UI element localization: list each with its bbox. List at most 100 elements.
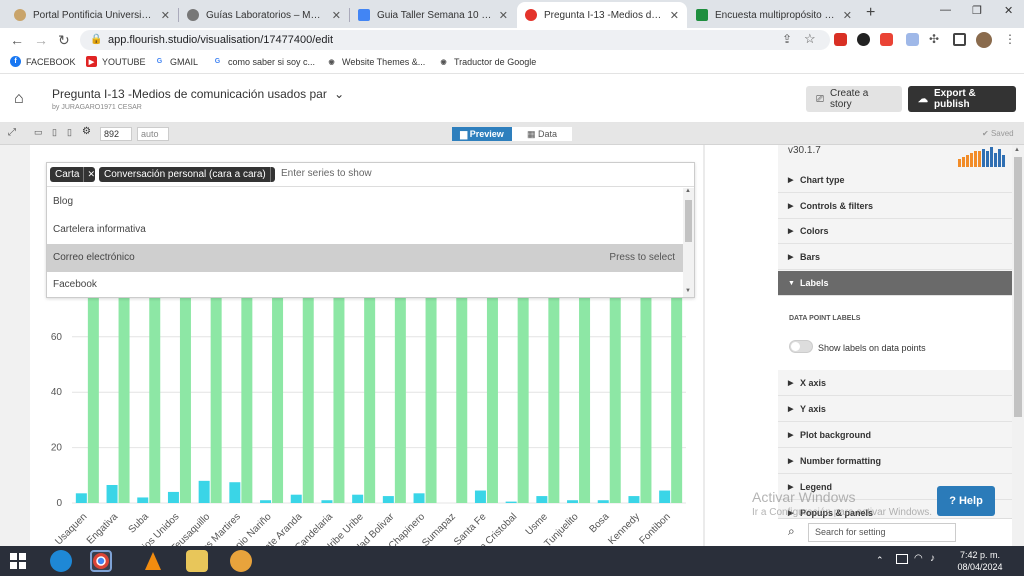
bookmark-como-saber[interactable]: G como saber si soy c... <box>212 56 315 67</box>
bar-series-1 <box>659 490 671 503</box>
project-title[interactable]: Pregunta I-13 -Medios de comunicación us… <box>52 87 344 101</box>
bookmark-gmail[interactable]: G GMAIL <box>154 56 198 67</box>
section-y-axis[interactable]: ▶ Y axis <box>778 397 1012 422</box>
expand-icon[interactable]: ⤢ <box>8 127 16 138</box>
extension-video-icon[interactable] <box>880 33 893 46</box>
section-plot-background[interactable]: ▶ Plot background <box>778 423 1012 448</box>
settings-search-input[interactable]: Search for setting <box>808 523 956 542</box>
back-arrow-icon[interactable]: ← <box>10 32 24 48</box>
file-explorer-icon[interactable] <box>186 550 208 572</box>
tray-chevron-icon[interactable]: ⌃ <box>876 555 884 566</box>
gear-icon[interactable]: ⚙ <box>82 126 91 137</box>
close-icon[interactable]: ✕ <box>161 9 170 22</box>
section-chart-type[interactable]: ▶ Chart type <box>778 168 1012 193</box>
scroll-down-icon[interactable]: ▼ <box>685 288 691 294</box>
section-colors[interactable]: ▶ Colors <box>778 219 1012 244</box>
close-icon[interactable]: ✕ <box>670 9 679 22</box>
bookmark-facebook[interactable]: f FACEBOOK <box>10 56 76 67</box>
scroll-up-icon[interactable]: ▲ <box>685 188 691 194</box>
desktop-icon[interactable]: ▭ <box>34 127 43 138</box>
forward-arrow-icon[interactable]: → <box>34 32 48 48</box>
bookmark-traductor[interactable]: ◉ Traductor de Google <box>438 56 536 67</box>
app-mascot-icon[interactable] <box>230 550 252 572</box>
home-icon[interactable]: ⌂ <box>14 90 24 108</box>
option-label: Correo electrónico <box>53 252 135 263</box>
export-publish-button[interactable]: ☁ Export & publish <box>908 86 1016 112</box>
internet-explorer-icon[interactable] <box>50 550 72 572</box>
browser-tab-strip: Portal Pontificia Universidad Ja ✕ Guías… <box>0 0 1024 28</box>
tab-preview[interactable]: ▆ Preview <box>452 127 512 141</box>
series-option-cartelera[interactable]: Cartelera informativa <box>47 216 683 244</box>
close-icon[interactable]: ✕ <box>843 9 852 22</box>
section-x-axis[interactable]: ▶ X axis <box>778 371 1012 396</box>
chevron-down-icon[interactable]: ⌄ <box>334 87 344 101</box>
close-icon[interactable]: ✕ <box>332 9 341 22</box>
tab-guias[interactable]: Guías Laboratorios – Métodos ✕ <box>179 2 349 28</box>
bookmark-website-themes[interactable]: ◉ Website Themes &... <box>326 56 425 67</box>
template-thumbnail <box>958 147 1005 167</box>
vlc-icon[interactable] <box>142 550 164 572</box>
windows-activation-watermark: Activar Windows <box>752 489 856 505</box>
project-title-text: Pregunta I-13 -Medios de comunicación us… <box>52 87 327 101</box>
extension-dark-icon[interactable] <box>857 33 870 46</box>
series-chip-carta[interactable]: Carta ✕ <box>50 167 95 182</box>
picker-scrollbar[interactable]: ▲ ▼ <box>683 188 694 297</box>
bookmark-youtube[interactable]: ▶ YOUTUBE <box>86 56 146 67</box>
tab-encuesta[interactable]: Encuesta multipropósito - TIC ✕ <box>688 2 860 28</box>
system-clock[interactable]: 7:42 p. m. 08/04/2024 <box>950 549 1010 573</box>
width-input[interactable]: 892 <box>100 127 132 141</box>
tab-portal[interactable]: Portal Pontificia Universidad Ja ✕ <box>6 2 178 28</box>
create-story-button[interactable]: ⎚ Create a story <box>806 86 902 112</box>
close-window-icon[interactable]: ✕ <box>1004 4 1013 17</box>
share-icon[interactable]: ⇪ <box>782 32 792 46</box>
new-tab-button[interactable]: + <box>866 4 875 22</box>
extension-doc-icon[interactable] <box>906 33 919 46</box>
wifi-icon[interactable]: ◠ <box>914 553 923 564</box>
mobile-icon[interactable]: ▯ <box>67 127 72 138</box>
avatar[interactable] <box>976 32 992 48</box>
panel-scroll-thumb[interactable] <box>1014 157 1022 417</box>
url-input[interactable]: 🔒 app.flourish.studio/visualisation/1747… <box>80 30 830 50</box>
reload-icon[interactable]: ↻ <box>58 32 70 48</box>
story-icon: ⎚ <box>816 93 824 105</box>
caret-right-icon: ▶ <box>788 177 794 184</box>
series-search-input[interactable]: Enter series to show <box>281 168 372 179</box>
tablet-icon[interactable]: ▯ <box>52 127 57 138</box>
puzzle-icon[interactable]: ✣ <box>929 32 939 46</box>
close-icon[interactable]: ✕ <box>499 9 508 22</box>
height-input[interactable]: auto <box>137 127 169 141</box>
tab-pregunta[interactable]: Pregunta I-13 -Medios de com ✕ <box>517 2 687 28</box>
section-labels[interactable]: ▼ Labels <box>778 271 1012 296</box>
section-controls-filters[interactable]: ▶ Controls & filters <box>778 194 1012 219</box>
windows-start-icon[interactable] <box>10 553 26 569</box>
close-icon[interactable]: ✕ <box>83 167 98 182</box>
scroll-up-icon[interactable]: ▲ <box>1014 147 1020 153</box>
tab-guia-taller[interactable]: Guia Taller Semana 10 - Docu ✕ <box>350 2 516 28</box>
picker-scroll-thumb[interactable] <box>685 200 692 242</box>
panel-scrollbar[interactable]: ▲ <box>1012 145 1024 546</box>
chrome-icon[interactable] <box>90 550 112 572</box>
show-labels-toggle[interactable] <box>789 340 813 353</box>
series-option-facebook[interactable]: Facebook <box>47 272 683 297</box>
sheets-icon <box>696 9 708 21</box>
minimize-icon[interactable]: — <box>940 4 951 16</box>
volume-icon[interactable]: ♪ <box>930 553 935 564</box>
bar-series-1 <box>413 493 425 503</box>
check-icon: ✔ <box>982 129 991 138</box>
more-menu-icon[interactable]: ⋮ <box>1004 32 1016 46</box>
extension-red-icon[interactable] <box>834 33 847 46</box>
section-bars[interactable]: ▶ Bars <box>778 245 1012 270</box>
restore-icon[interactable]: ❐ <box>972 4 982 17</box>
battery-icon[interactable] <box>896 554 908 564</box>
sidepanel-icon[interactable] <box>953 33 966 46</box>
section-number-formatting[interactable]: ▶ Number formatting <box>778 449 1012 474</box>
tab-data[interactable]: ▦ Data <box>512 127 572 141</box>
series-option-correo[interactable]: Correo electrónico Press to select <box>47 244 683 272</box>
series-option-blog[interactable]: Blog <box>47 188 683 216</box>
globe-icon: ◉ <box>438 56 449 67</box>
help-button[interactable]: ? Help <box>937 486 995 516</box>
series-chip-conversacion[interactable]: Conversación personal (cara a cara) ✕ <box>99 167 281 182</box>
bookmark-star-icon[interactable]: ☆ <box>804 31 816 47</box>
x-tick-label: Tunjuelito <box>542 511 580 546</box>
google-icon: G <box>154 56 165 67</box>
